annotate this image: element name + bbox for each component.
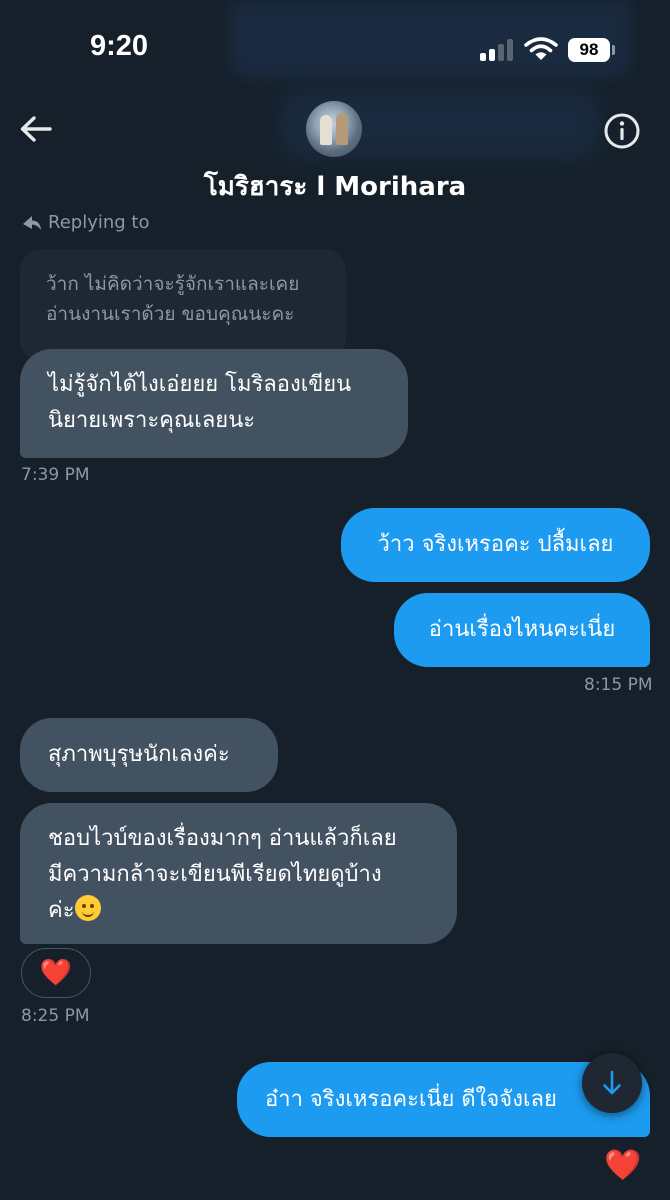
smiling-face-emoji: [74, 895, 101, 921]
quoted-message[interactable]: ว้าก ไม่คิดว่าจะรู้จักเราและเคย อ่านงานเ…: [20, 249, 346, 361]
contact-name[interactable]: โมริฮาระ l Morihara: [0, 166, 670, 207]
quoted-line: อ่านงานเราด้วย ขอบคุณนะคะ: [46, 303, 295, 325]
quoted-line: ว้าก ไม่คิดว่าจะรู้จักเราและเคย: [46, 273, 300, 295]
wifi-icon: [524, 37, 558, 60]
message-timestamp: 7:39 PM: [21, 465, 90, 485]
incoming-message[interactable]: ไม่รู้จักได้ไงเอ่ยยย โมริลองเขียน นิยายเ…: [20, 349, 408, 458]
battery-cap: [612, 45, 615, 55]
message-timestamp: 8:25 PM: [21, 1006, 90, 1026]
status-time: 9:20: [90, 30, 149, 62]
contact-avatar[interactable]: [306, 101, 362, 157]
message-line-text: ค่ะ: [48, 898, 75, 923]
reply-arrow-icon: [23, 215, 41, 230]
message-line: มีความกล้าจะเขียนพีเรียดไทยดูบ้าง: [48, 862, 382, 887]
arrow-down-icon: [603, 1070, 621, 1095]
message-line: นิยายเพราะคุณเลยนะ: [48, 408, 256, 433]
heart-reaction[interactable]: ❤️: [604, 1148, 641, 1183]
message-text: สุภาพบุรุษนักเลงค่ะ: [48, 742, 230, 767]
battery-indicator: 98: [568, 38, 610, 62]
info-icon[interactable]: [603, 112, 641, 150]
replying-to-text: Replying to: [48, 212, 150, 233]
scroll-to-bottom-button[interactable]: [582, 1053, 642, 1113]
incoming-message[interactable]: ชอบไวบ์ของเรื่องมากๆ อ่านแล้วก็เลย มีควา…: [20, 803, 457, 944]
message-line: ไม่รู้จักได้ไงเอ่ยยย โมริลองเขียน: [48, 372, 352, 397]
replying-to-label: Replying to: [22, 212, 149, 233]
back-arrow-icon[interactable]: [16, 110, 56, 150]
cellular-signal-icon: [480, 37, 516, 61]
outgoing-message[interactable]: อ่านเรื่องไหนคะเนี่ย: [394, 593, 650, 667]
message-line: ค่ะ: [48, 893, 429, 929]
message-text: ว้าว จริงเหรอคะ ปลื้มเลย: [377, 532, 614, 557]
message-line: ชอบไวบ์ของเรื่องมากๆ อ่านแล้วก็เลย: [48, 826, 397, 851]
message-text: อ๋าา จริงเหรอคะเนี่ย ดีใจจังเลย: [265, 1087, 557, 1112]
message-timestamp: 8:15 PM: [584, 675, 653, 695]
message-text: อ่านเรื่องไหนคะเนี่ย: [428, 617, 616, 642]
outgoing-message[interactable]: ว้าว จริงเหรอคะ ปลื้มเลย: [341, 508, 650, 582]
incoming-message[interactable]: สุภาพบุรุษนักเลงค่ะ: [20, 718, 278, 792]
heart-reaction[interactable]: ❤️: [21, 948, 91, 998]
heart-reaction-emoji: ❤️: [39, 958, 73, 988]
